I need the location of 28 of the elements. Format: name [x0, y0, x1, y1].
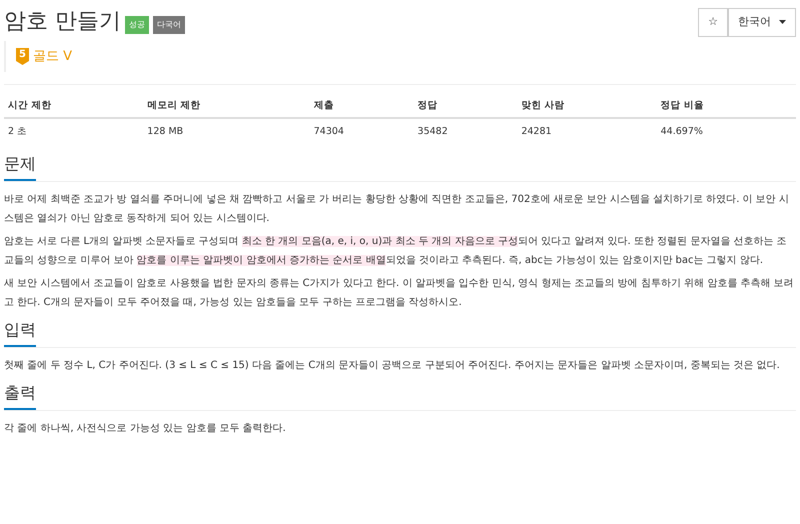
column-header: 맞힌 사람	[517, 95, 657, 118]
section-heading: 문제	[4, 154, 36, 181]
table-cell: 128 MB	[143, 118, 310, 146]
column-header: 정답 비율	[656, 95, 796, 118]
tier-icon: 5	[16, 48, 29, 65]
table-cell: 74304	[310, 118, 414, 146]
table-cell: 35482	[414, 118, 518, 146]
language-label: 다국어	[153, 16, 185, 34]
tier-name: 골드 V	[33, 48, 72, 66]
paragraph: 새 보안 시스템에서 조교들이 암호로 사용했을 법한 문자의 종류는 C가지가 있다고 한다. 이 알파벳을 입수한 민식, 영식 형제는 조교들의 방에 침투하기 위해 암호를 추측해 보려고 한다. C개의 문자들이 모두 주어졌을 때, 가능성 있는 암호들을 모두 구하는 프로그램을 작성하시오.	[4, 276, 795, 310]
paragraph: 첫째 줄에 두 정수 L, C가 주어진다. (3 ≤ L ≤ C ≤ 15) 다음 줄에는 C개의 문자들이 공백으로 구분되어 주어진다. 주어지는 문자들은 알파벳 소문자이며, 중복되는 것은 없다.	[4, 358, 781, 373]
table-cell: 44.697%	[656, 118, 796, 146]
paragraph: 암호는 서로 다른 L개의 알파벳 소문자들로 구성되며 최소 한 개의 모음(a, e, i, o, u)과 최소 두 개의 자음으로 구성되어 있다고 알려져 있다. 또한 정렬된 문자열을 선호하는 조교들의 성향으로 미루어 보아 암호를 이루는 알파벳이 암호에서 증가하는 순서로 배열되었을 것이라고 추측된다. 즉, abc는 가능성이 있는 암호이지만 bac는 그렇지 않다.	[4, 234, 788, 268]
paragraph: 각 줄에 하나씩, 사전식으로 가능성 있는 암호를 모두 출력한다.	[4, 422, 287, 436]
column-header: 시간 제한	[4, 95, 144, 118]
section-heading: 출력	[4, 382, 36, 410]
language-dropdown[interactable]: 한국어	[728, 8, 796, 36]
table-cell: 2 초	[4, 118, 144, 146]
table-cell: 24281	[517, 118, 657, 146]
paragraph: 바로 어제 최백준 조교가 방 열쇠를 주머니에 넣은 채 깜빡하고 서울로 가 버리는 황당한 상황에 직면한 조교들은, 702호에 새로운 보안 시스템을 설치하기로 하였다. 이 보안 시스템은 열쇠가 아닌 암호로 동작하게 되어 있는 시스템이다.	[4, 192, 790, 226]
caret-icon	[779, 20, 786, 24]
section-heading: 입력	[4, 320, 36, 347]
status-label: 성공	[125, 16, 149, 34]
column-header: 제출	[310, 95, 414, 118]
star-button[interactable]: ☆	[698, 8, 728, 36]
problem-title: 암호 만들기	[4, 8, 121, 36]
column-header: 메모리 제한	[143, 95, 310, 118]
column-header: 정답	[414, 95, 518, 118]
